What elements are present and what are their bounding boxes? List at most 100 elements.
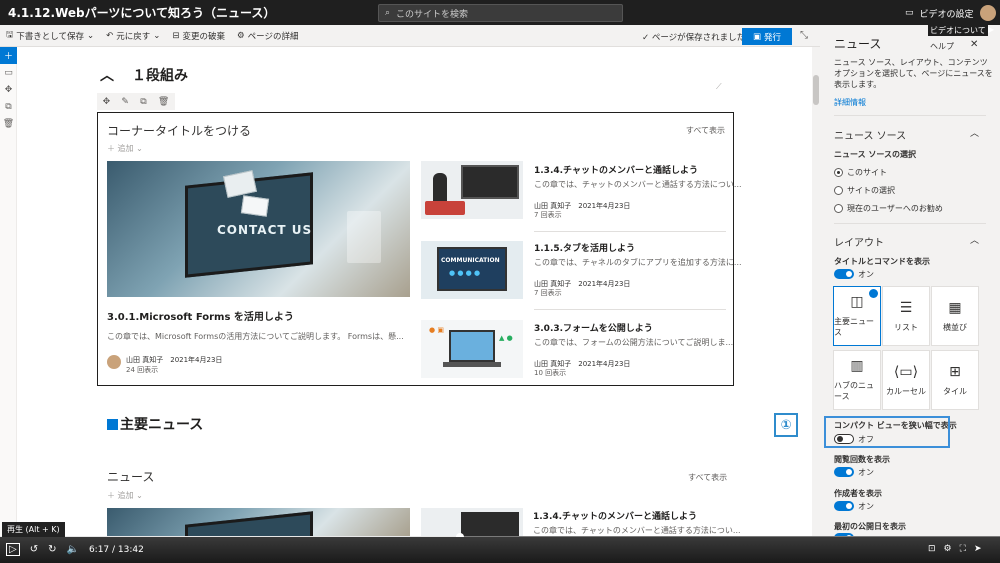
resize-handle-icon[interactable]: ⟋: [716, 82, 722, 92]
hero-description: この章では、Microsoft Formsの活用方法についてご説明します。 Fo…: [107, 332, 404, 341]
next-icon[interactable]: ➤: [974, 544, 982, 554]
rewind-icon[interactable]: ↺: [30, 544, 38, 555]
source-option[interactable]: サイトの選択: [834, 185, 895, 196]
source-option[interactable]: このサイト: [834, 167, 887, 178]
add-link[interactable]: ＋ 追加 ⌄: [107, 490, 143, 501]
title-cmd-toggle[interactable]: [834, 269, 854, 279]
delete-icon[interactable]: 🗑: [0, 115, 17, 132]
edit-icon[interactable]: ✎: [121, 97, 129, 107]
canvas-scrollbar[interactable]: [812, 47, 820, 537]
section-title-text: １段組み: [132, 68, 188, 84]
publish-date: 2021年4月23日: [170, 356, 223, 364]
captions-icon[interactable]: ⊡: [928, 544, 936, 554]
title-cmd-label: タイトルとコマンドを表示: [834, 257, 930, 266]
radio-selected-icon[interactable]: [834, 168, 843, 177]
layout-header[interactable]: レイアウト: [834, 234, 884, 249]
item-description: この章では、チャットのメンバーと通話する方法につい...: [534, 180, 742, 189]
collapse-icon[interactable]: ⤡: [800, 30, 808, 41]
item-title[interactable]: 1.3.4.チャットのメンバーと通話しよう: [534, 163, 698, 176]
save-draft-button[interactable]: 🖫 下書きとして保存 ⌄: [0, 29, 100, 43]
layout-tile-label: ハブのニュース: [834, 381, 874, 401]
more-info-link[interactable]: 詳細情報: [834, 97, 866, 108]
hero-title[interactable]: 3.0.1.Microsoft Forms を活用しよう: [107, 308, 294, 323]
video-nav-icon[interactable]: ▶: [988, 25, 994, 34]
person-image: [433, 173, 447, 203]
item-title[interactable]: 1.1.5.タブを活用しよう: [534, 241, 635, 254]
collapse-chevron-icon[interactable]: ︿: [100, 65, 114, 85]
forward-icon[interactable]: ↻: [48, 544, 56, 555]
layout-tile-tiles[interactable]: ⊞ タイル: [931, 350, 979, 410]
source-select-label: ニュース ソースの選択: [834, 150, 916, 159]
scrollbar-thumb[interactable]: [813, 75, 819, 105]
layout-tile-label: タイル: [943, 386, 967, 396]
item-thumbnail[interactable]: [421, 161, 523, 219]
radio-icon[interactable]: [834, 204, 843, 213]
layout-tile-carousel[interactable]: ⟨▭⟩ カルーセル: [882, 350, 930, 410]
play-icon[interactable]: ▷: [6, 543, 20, 556]
hero-image[interactable]: [107, 508, 410, 537]
publish-date: 2021年4月23日: [578, 202, 631, 210]
webpart-title[interactable]: ニュース: [107, 468, 154, 485]
video-about-link[interactable]: ビデオについて: [928, 25, 988, 36]
item-thumbnail[interactable]: COMMUNICATION ● ● ● ●: [421, 241, 523, 299]
layout-tile-top-stories[interactable]: ◫ 主要ニュース: [833, 286, 881, 346]
chevron-down-icon[interactable]: ⌄: [87, 31, 94, 41]
author-name: 山田 真知子: [534, 360, 572, 368]
see-all-link[interactable]: すべて表示: [686, 125, 725, 136]
views-toggle[interactable]: [834, 467, 854, 477]
close-icon[interactable]: ✕: [970, 39, 978, 50]
comment-icon[interactable]: ▭: [0, 64, 17, 81]
envelope-icon: [240, 195, 270, 217]
hero-author: 山田 真知子 2021年4月23日: [126, 355, 222, 365]
news-webpart[interactable]: コーナータイトルをつける すべて表示 ＋ 追加 ⌄ CONTACT US 3.0…: [97, 112, 742, 386]
item-thumbnail[interactable]: ● ▣ ▲ ●: [421, 320, 523, 378]
chevron-up-icon[interactable]: ︿: [970, 126, 979, 139]
layout-tile-hub-news[interactable]: ▥ ハブのニュース: [833, 350, 881, 410]
video-settings-link[interactable]: ビデオの設定: [920, 7, 974, 20]
laptop-image: [449, 330, 495, 362]
move-icon[interactable]: ✥: [103, 97, 111, 107]
item-title[interactable]: 1.3.4.チャットのメンバーと通話しよう: [533, 509, 697, 522]
toggle-state: オン: [858, 502, 874, 511]
fullscreen-icon[interactable]: ⛶: [960, 544, 966, 554]
source-option[interactable]: 現在のユーザーへのお勧め: [834, 203, 943, 214]
undo-button[interactable]: ↶ 元に戻す ⌄: [100, 30, 166, 42]
layout-tile-side-by-side[interactable]: ▦ 横並び: [931, 286, 979, 346]
highlight-box: [824, 416, 950, 448]
delete-icon[interactable]: 🗑: [158, 97, 169, 107]
chevron-up-icon[interactable]: ︿: [970, 233, 979, 246]
hero-image[interactable]: CONTACT US: [107, 161, 410, 297]
duplicate-icon[interactable]: ⧉: [0, 98, 17, 115]
discard-icon: ⊟: [172, 30, 180, 41]
toggle-state: オン: [858, 270, 874, 279]
video-icon[interactable]: ▭: [905, 8, 914, 18]
undo-label: 元に戻す: [116, 31, 151, 42]
move-icon[interactable]: ✥: [0, 81, 17, 98]
panel-title: ニュース: [834, 37, 882, 51]
see-all-link[interactable]: すべて表示: [688, 472, 727, 483]
item-title[interactable]: 3.0.3.フォームを公開しよう: [534, 321, 653, 334]
webpart-title[interactable]: コーナータイトルをつける: [107, 122, 251, 139]
author-toggle[interactable]: [834, 501, 854, 511]
volume-icon[interactable]: 🔈: [66, 544, 78, 555]
avatar[interactable]: [979, 5, 996, 21]
page-details-button[interactable]: ⚙ ページの詳細: [231, 30, 304, 42]
add-link[interactable]: ＋ 追加 ⌄: [107, 143, 143, 154]
search-input[interactable]: ⌕ このサイトを検索: [378, 4, 623, 22]
chevron-down-icon[interactable]: ⌄: [153, 31, 160, 41]
section-heading: ︿ １段組み: [100, 65, 188, 85]
item-thumbnail[interactable]: [421, 508, 523, 537]
publish-button[interactable]: ▣ 発行: [742, 28, 792, 45]
news-source-header[interactable]: ニュース ソース: [834, 127, 906, 142]
settings-icon[interactable]: ⚙: [944, 544, 952, 554]
help-link[interactable]: ヘルプ: [930, 41, 954, 52]
publish-date: 2021年4月23日: [578, 280, 631, 288]
radio-icon[interactable]: [834, 186, 843, 195]
search-placeholder: このサイトを検索: [396, 9, 469, 20]
carousel-icon: ⟨▭⟩: [893, 363, 919, 380]
duplicate-icon[interactable]: ⧉: [140, 97, 146, 107]
layout-tile-list[interactable]: ☰ リスト: [882, 286, 930, 346]
add-section-icon[interactable]: ＋: [0, 47, 17, 64]
discard-button[interactable]: ⊟ 変更の破棄: [166, 30, 231, 42]
panel-intro-line: オプションを選択して、ページにニュースを: [834, 69, 993, 78]
